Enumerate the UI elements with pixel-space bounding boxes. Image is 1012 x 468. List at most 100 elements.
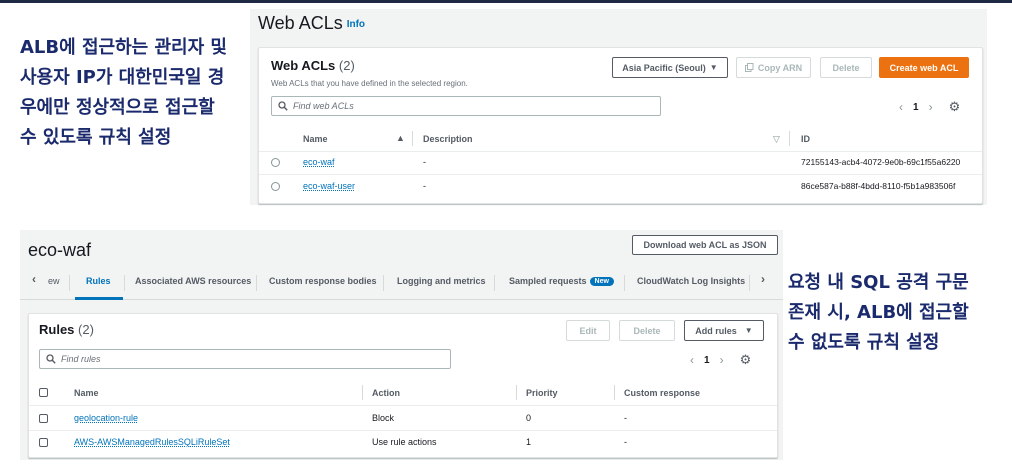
chevron-right-icon[interactable]: › (929, 100, 933, 114)
edit-label: Edit (579, 325, 597, 336)
add-rules-button[interactable]: Add rules ▼ (684, 320, 764, 341)
header-divider (29, 405, 777, 406)
tab-divider (124, 275, 125, 291)
column-header-name[interactable]: Name (303, 134, 328, 144)
eco-waf-panel: eco-waf Download web ACL as JSON ‹ ew Ru… (20, 230, 783, 460)
annotation-note-right: 요청 내 SQL 공격 구문 존재 시, ALB에 접근할 수 없도록 규칙 설… (788, 272, 969, 353)
tab-associated-resources[interactable]: Associated AWS resources (135, 276, 251, 286)
search-placeholder: Find web ACLs (293, 101, 354, 111)
tab-sampled-label: Sampled requests (509, 276, 587, 286)
tab-divider (494, 275, 495, 291)
gear-icon[interactable]: ⚙ (949, 99, 961, 115)
tab-divider (69, 275, 70, 291)
page-title: Web ACLs Info (258, 13, 365, 34)
rule-action: Use rule actions (372, 437, 437, 447)
gear-icon[interactable]: ⚙ (740, 352, 752, 368)
create-web-acl-button[interactable]: Create web ACL (879, 57, 969, 78)
tab-rules[interactable]: Rules (86, 276, 111, 286)
sort-up-icon[interactable]: ▲ (396, 133, 405, 143)
acl-name-link[interactable]: eco-waf (303, 157, 335, 167)
acl-name-link[interactable]: eco-waf-user (303, 181, 355, 191)
web-acls-panel: Web ACLs Info Web ACLs (2) Web ACLs that … (250, 9, 987, 205)
page-number[interactable]: 1 (913, 102, 919, 113)
delete-label: Delete (832, 62, 860, 73)
rule-action: Block (372, 413, 395, 423)
row-divider (259, 174, 982, 175)
region-select-label: Asia Pacific (Seoul) (622, 62, 706, 73)
tab-cloudwatch[interactable]: CloudWatch Log Insights (637, 276, 745, 286)
download-json-label: Download web ACL as JSON (643, 240, 767, 250)
caret-down-icon: ▼ (744, 326, 753, 335)
top-border (0, 0, 1012, 3)
acl-description: - (423, 157, 426, 167)
tab-divider (749, 275, 750, 291)
chevron-right-icon[interactable]: › (720, 353, 724, 367)
copy-arn-label: Copy ARN (757, 62, 803, 73)
search-rules-input[interactable]: Find rules (39, 349, 451, 369)
rule-priority: 1 (526, 437, 532, 447)
create-web-acl-label: Create web ACL (889, 62, 959, 73)
column-divider (516, 385, 517, 400)
rule-name-link[interactable]: geolocation-rule (74, 413, 138, 423)
acl-id: 72155143-acb4-4072-9e0b-69c1f55a6220 (801, 157, 961, 167)
column-divider (412, 131, 413, 146)
rules-card: Rules (2) Edit Delete Add rules ▼ Find r… (28, 313, 778, 458)
card-title: Web ACLs (2) (271, 58, 355, 73)
tab-divider (383, 275, 384, 291)
chevron-left-icon[interactable]: ‹ (690, 353, 694, 367)
column-header-priority[interactable]: Priority (526, 388, 558, 398)
chevron-left-icon[interactable]: ‹ (32, 272, 36, 286)
tab-active-indicator (75, 297, 123, 300)
rules-page-number[interactable]: 1 (704, 355, 710, 366)
column-header-custom-response[interactable]: Custom response (624, 388, 700, 398)
caret-down-icon: ▼ (709, 63, 718, 72)
tab-logging[interactable]: Logging and metrics (397, 276, 486, 286)
edit-button[interactable]: Edit (566, 320, 610, 341)
rules-count: (2) (78, 322, 94, 337)
column-divider (614, 385, 615, 400)
column-header-id[interactable]: ID (801, 134, 810, 144)
tab-overview[interactable]: ew (48, 276, 60, 286)
card-title-text: Web ACLs (271, 58, 336, 73)
rule-custom-response: - (624, 413, 627, 423)
select-all-checkbox[interactable] (39, 388, 48, 397)
chevron-right-icon[interactable]: › (761, 272, 765, 286)
download-json-button[interactable]: Download web ACL as JSON (632, 235, 778, 255)
row-radio[interactable] (271, 182, 280, 191)
column-header-name[interactable]: Name (74, 388, 99, 398)
rules-pagination: ‹ 1 › ⚙ (690, 352, 751, 368)
delete-button[interactable]: Delete (820, 57, 872, 78)
column-header-description[interactable]: Description (423, 134, 473, 144)
tab-sampled-requests[interactable]: Sampled requests New (509, 276, 614, 286)
add-rules-label: Add rules (695, 325, 737, 336)
column-divider (789, 131, 790, 146)
search-input[interactable]: Find web ACLs (271, 96, 661, 116)
annotation-note-left: ALB에 접근하는 관리자 및 사용자 IP가 대한민국일 경우에만 정상적으로… (20, 37, 227, 148)
card-description: Web ACLs that you have defined in the se… (271, 79, 468, 88)
column-header-action[interactable]: Action (372, 388, 400, 398)
rules-title-text: Rules (39, 322, 75, 337)
search-icon (278, 101, 288, 111)
info-link[interactable]: Info (347, 19, 365, 30)
search-icon (46, 354, 56, 364)
header-divider (259, 151, 982, 152)
chevron-left-icon[interactable]: ‹ (899, 100, 903, 114)
row-checkbox[interactable] (39, 438, 48, 447)
rules-title: Rules (2) (39, 322, 94, 337)
rule-name-link[interactable]: AWS-AWSManagedRulesSQLiRuleSet (74, 437, 230, 447)
acl-description: - (423, 181, 426, 191)
new-badge: New (589, 277, 614, 286)
card-count: (2) (338, 58, 355, 73)
column-divider (362, 385, 363, 400)
delete-rules-button[interactable]: Delete (619, 320, 675, 341)
row-checkbox[interactable] (39, 414, 48, 423)
sort-down-icon[interactable]: ▽ (773, 134, 780, 145)
search-rules-placeholder: Find rules (61, 354, 101, 364)
tab-custom-response[interactable]: Custom response bodies (269, 276, 377, 286)
copy-arn-button[interactable]: Copy ARN (736, 57, 811, 78)
rule-priority: 0 (526, 413, 532, 423)
tab-divider (624, 275, 625, 291)
pagination: ‹ 1 › ⚙ (899, 99, 960, 115)
region-select[interactable]: Asia Pacific (Seoul) ▼ (612, 57, 728, 78)
row-radio[interactable] (271, 158, 280, 167)
